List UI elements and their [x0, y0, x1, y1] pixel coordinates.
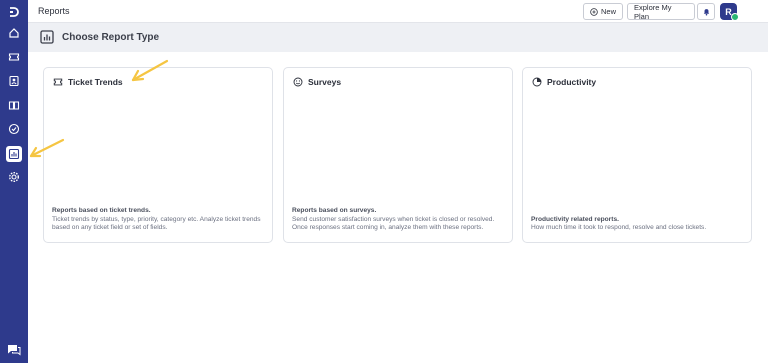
sidebar [0, 0, 28, 363]
knowledge-base-icon[interactable] [6, 97, 22, 113]
card-text: Send customer satisfaction surveys when … [292, 215, 495, 232]
card-header: Surveys [293, 77, 341, 87]
section-header: Choose Report Type [28, 23, 768, 52]
card-title: Surveys [308, 77, 342, 87]
report-chart-icon [40, 30, 54, 44]
card-title: Productivity [547, 77, 597, 87]
pie-chart-icon [532, 77, 542, 87]
explore-plan-button[interactable]: Explore My Plan [627, 2, 695, 21]
card-lead: Reports based on ticket trends. [52, 207, 151, 215]
card-header: Productivity [532, 77, 596, 87]
card-lead: Reports based on surveys. [292, 207, 377, 215]
card-description: Reports based on ticket trends. Ticket t… [52, 207, 264, 233]
notifications-button[interactable] [697, 3, 715, 20]
explore-plan-label: Explore My Plan [634, 2, 672, 21]
annotation-arrow-icon [29, 138, 65, 158]
app: Reports New Explore My Plan R Choose Rep… [0, 0, 768, 363]
new-button[interactable]: New [583, 3, 623, 20]
bell-icon [703, 9, 709, 16]
logo-icon[interactable] [6, 4, 22, 20]
settings-icon[interactable] [6, 169, 22, 185]
annotation-arrow-icon [131, 59, 169, 82]
plus-circle-icon [590, 7, 598, 16]
card-lead: Productivity related reports. [531, 215, 619, 223]
page-title: Reports [38, 6, 70, 16]
reports-icon[interactable] [6, 146, 22, 162]
card-title: Ticket Trends [68, 77, 123, 87]
card-header: Ticket Trends [53, 77, 123, 87]
section-title: Choose Report Type [62, 32, 160, 43]
card-description: Reports based on surveys. Send customer … [292, 207, 504, 233]
new-button-label: New [600, 7, 616, 16]
ticket-trends-card[interactable]: Ticket Trends Reports based on ticket tr… [43, 67, 273, 243]
ticket-icon [53, 78, 63, 86]
card-text: Ticket trends by status, type, priority,… [52, 215, 261, 232]
check-circle-icon[interactable] [6, 121, 22, 137]
home-icon[interactable] [6, 25, 22, 41]
productivity-card[interactable]: Productivity Productivity related report… [522, 67, 752, 243]
online-status-badge [731, 13, 739, 21]
card-description: Productivity related reports. How much t… [531, 216, 743, 233]
contacts-icon[interactable] [6, 73, 22, 89]
surveys-card[interactable]: Surveys Reports based on surveys. Send c… [283, 67, 513, 243]
smiley-icon [293, 77, 303, 87]
card-text: How much time it took to respond, resolv… [531, 224, 707, 232]
ticket-icon[interactable] [6, 49, 22, 65]
chat-icon[interactable] [5, 342, 23, 358]
